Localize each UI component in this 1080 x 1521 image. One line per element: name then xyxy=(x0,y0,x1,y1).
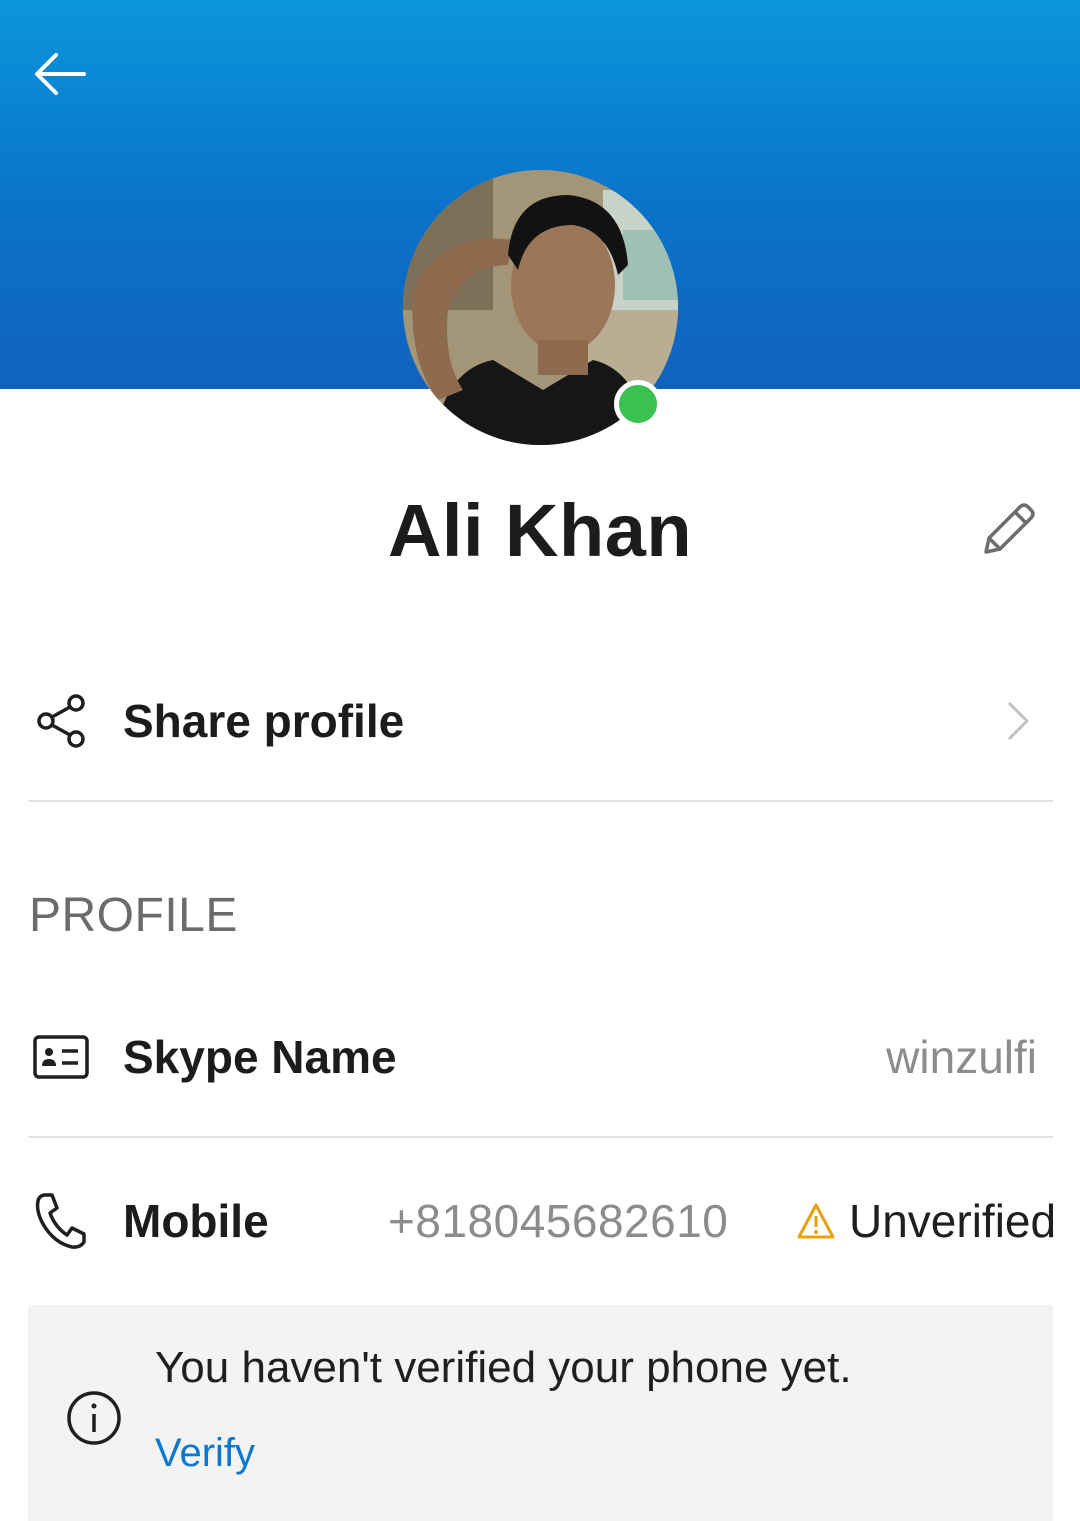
verify-link[interactable]: Verify xyxy=(155,1431,255,1476)
arrow-left-icon xyxy=(35,53,86,95)
section-title-profile: PROFILE xyxy=(29,889,238,942)
verify-phone-notice: You haven't verified your phone yet. Ver… xyxy=(28,1305,1053,1521)
pencil-icon xyxy=(984,503,1035,554)
mobile-row: Mobile +818045682610 Unverified xyxy=(28,1188,1056,1254)
skype-name-value: winzulfi xyxy=(886,1031,1037,1083)
info-icon xyxy=(65,1389,123,1447)
mobile-number: +818045682610 xyxy=(388,1195,729,1247)
verification-status-text: Unverified xyxy=(849,1195,1057,1247)
share-profile-label: Share profile xyxy=(123,695,405,747)
warning-icon xyxy=(796,1201,836,1241)
phone-icon xyxy=(28,1188,94,1254)
skype-name-label: Skype Name xyxy=(123,1031,397,1083)
verification-status: Unverified xyxy=(796,1194,1056,1248)
avatar[interactable] xyxy=(403,170,678,445)
divider xyxy=(28,1136,1053,1138)
chevron-right-icon xyxy=(1005,688,1031,754)
notice-message: You haven't verified your phone yet. xyxy=(155,1343,852,1392)
share-profile-row[interactable]: Share profile xyxy=(28,688,1053,754)
skype-name-row: Skype Name winzulfi xyxy=(28,1024,1053,1090)
presence-indicator xyxy=(614,380,662,428)
id-card-icon xyxy=(28,1024,94,1090)
share-icon xyxy=(28,688,94,754)
profile-name: Ali Khan xyxy=(387,489,693,572)
mobile-label: Mobile xyxy=(123,1195,269,1247)
divider xyxy=(28,800,1053,802)
back-button[interactable] xyxy=(28,44,92,104)
edit-profile-button[interactable] xyxy=(972,498,1044,562)
